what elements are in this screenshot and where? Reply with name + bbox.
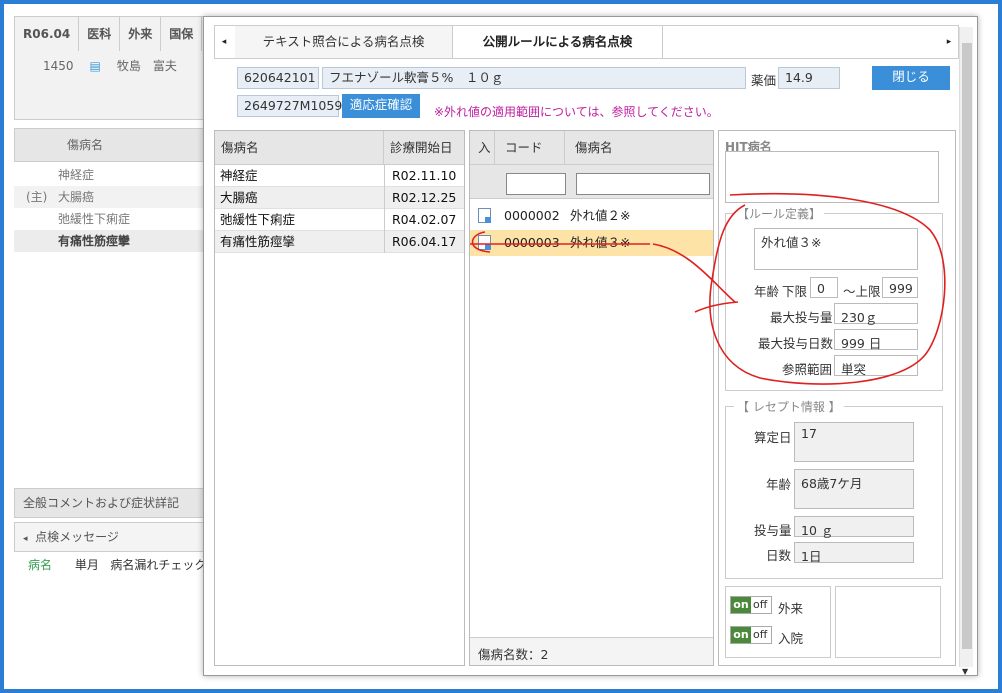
- table-row[interactable]: 神経症 R02.11.10: [215, 165, 464, 187]
- drug-code-field: 620642101: [237, 67, 319, 89]
- calc-day-label: 算定日: [754, 430, 792, 445]
- indication-check-button[interactable]: 適応症確認: [342, 94, 420, 118]
- table-row[interactable]: 弛緩性下痢症 R04.02.07: [215, 209, 464, 231]
- dose-label: 投与量: [754, 523, 792, 538]
- price-label: 薬価: [751, 73, 777, 88]
- column-header[interactable]: 傷病名: [565, 131, 713, 165]
- hit-disease-box: [725, 151, 939, 203]
- age-label: 年齢: [754, 284, 780, 299]
- table-footer: 傷病名数：2: [470, 637, 713, 665]
- bg-patient-no: 1450: [43, 59, 74, 73]
- rule-definition-title: 【ルール定義】: [734, 205, 825, 222]
- disease-check-dialog: ◂ テキスト照合による病名点検 公開ルールによる病名点検 ▸ 620642101…: [203, 16, 978, 676]
- receipt-info-group: 【 レセプト情報 】 算定日 17 年齢 68歳7ケ月 投与量 10 ｇ 日数 …: [725, 398, 943, 579]
- bg-dept: 医科: [79, 17, 121, 51]
- dose-field: 10 ｇ: [794, 516, 914, 538]
- empty-group: [835, 586, 941, 658]
- receipt-info-title: 【 レセプト情報 】: [734, 398, 844, 415]
- bg-comment-section[interactable]: 全般コメントおよび症状詳記: [14, 488, 214, 518]
- max-days-field: 999 日: [834, 329, 918, 351]
- age-lower-field: 0: [810, 277, 838, 298]
- table-row[interactable]: 有痛性筋痙攣 R06.04.17: [215, 231, 464, 253]
- days-label: 日数: [766, 548, 792, 563]
- scroll-down-icon[interactable]: ▼: [962, 667, 968, 676]
- document-icon[interactable]: [478, 235, 491, 250]
- upper-label: 〜上限: [843, 284, 881, 299]
- column-divider: [384, 165, 385, 253]
- bg-disease-row[interactable]: (主) 大腸癌: [14, 186, 214, 208]
- rule-definition-group: 【ルール定義】 外れ値３※ 年齢 下限 0 〜上限 999 最大投与量 230ｇ…: [725, 205, 943, 391]
- vertical-scrollbar[interactable]: ▼: [959, 27, 973, 676]
- close-button[interactable]: 閉じる: [872, 66, 950, 90]
- scrollbar-thumb[interactable]: [962, 43, 972, 649]
- column-header[interactable]: コード: [495, 131, 565, 165]
- tab-scroll-right-icon[interactable]: ▸: [940, 26, 958, 58]
- reference-range-field: 単突: [834, 355, 918, 377]
- notes-icon[interactable]: ▤: [82, 51, 109, 81]
- bg-date: R06.04: [15, 17, 80, 51]
- code-filter-input[interactable]: [506, 173, 566, 195]
- bg-visit-type: 外来: [120, 17, 162, 51]
- patient-disease-table: 傷病名 診療開始日 神経症 R02.11.10 大腸癌 R02.12.25 弛緩性下…: [214, 130, 465, 666]
- table-row[interactable]: 大腸癌 R02.12.25: [215, 187, 464, 209]
- lower-label: 下限: [782, 284, 808, 299]
- age-upper-field: 999: [882, 277, 918, 298]
- tab-public-rule[interactable]: 公開ルールによる病名点検: [453, 26, 663, 58]
- drug-name-field: フエナゾール軟膏５% １０ｇ: [322, 67, 746, 89]
- tab-scroll-left-icon[interactable]: ◂: [215, 26, 233, 58]
- visit-toggle-group: on off 外来 on off 入院: [725, 586, 831, 658]
- table-row-selected[interactable]: 0000003 外れ値３※: [470, 230, 713, 256]
- document-icon[interactable]: [478, 208, 491, 223]
- bg-check-tab[interactable]: ◂ 点検メッセージ: [14, 522, 214, 552]
- bg-disease-row[interactable]: 有痛性筋痙攣: [14, 230, 214, 252]
- filter-row: [470, 165, 713, 199]
- inpatient-toggle[interactable]: on off: [730, 626, 772, 644]
- bg-check-row: 病名 単月 病名漏れチェック: [28, 558, 207, 572]
- tab-text-match[interactable]: テキスト照合による病名点検: [235, 26, 453, 58]
- inpatient-label: 入院: [778, 631, 804, 646]
- bg-insurance: 国保: [161, 17, 203, 51]
- reference-range-label: 参照範囲: [782, 362, 833, 377]
- table-row[interactable]: 0000002 外れ値２※: [470, 203, 713, 229]
- bg-patient-name: 牧島 富夫: [116, 59, 177, 73]
- background-header: R06.04 医科 外来 国保 1450 ▤ 牧島 富夫: [14, 16, 214, 120]
- rule-detail-panel: HIT病名 【ルール定義】 外れ値３※ 年齢 下限 0 〜上限 999 最大投与…: [718, 130, 956, 666]
- outpatient-toggle[interactable]: on off: [730, 596, 772, 614]
- receipt-age-label: 年齢: [766, 477, 792, 492]
- bg-disease-header: 傷病名: [14, 128, 214, 162]
- bg-disease-row[interactable]: 神経症: [14, 164, 214, 186]
- max-dose-label: 最大投与量: [770, 310, 833, 325]
- days-field: 1日: [794, 542, 914, 564]
- rule-code-field: 2649727M1059: [237, 95, 342, 117]
- disease-count: 傷病名数：2: [478, 647, 549, 662]
- bg-disease-row[interactable]: 弛緩性下痢症: [14, 208, 214, 230]
- range-note: ※外れ値の適用範囲については、参照してください。: [434, 105, 719, 119]
- name-filter-input[interactable]: [576, 173, 710, 195]
- receipt-age-field: 68歳7ケ月: [794, 469, 914, 509]
- calc-day-field: 17: [794, 422, 914, 462]
- column-header[interactable]: 診療開始日: [384, 131, 464, 165]
- table-header: 傷病名 診療開始日: [215, 131, 464, 165]
- price-field: 14.9: [778, 67, 840, 89]
- max-dose-field: 230ｇ: [834, 303, 918, 325]
- outpatient-label: 外来: [778, 601, 804, 616]
- table-header: 入 コード 傷病名: [470, 131, 713, 165]
- column-header[interactable]: 傷病名: [215, 131, 384, 165]
- column-header[interactable]: 入: [470, 131, 495, 165]
- rule-name-box: 外れ値３※: [754, 228, 918, 270]
- tab-bar: ◂ テキスト照合による病名点検 公開ルールによる病名点検 ▸: [214, 25, 959, 59]
- rule-disease-table: 入 コード 傷病名 0000002 外れ値２※ 0000003 外れ値３※ 傷病…: [469, 130, 714, 666]
- max-days-label: 最大投与日数: [758, 336, 834, 351]
